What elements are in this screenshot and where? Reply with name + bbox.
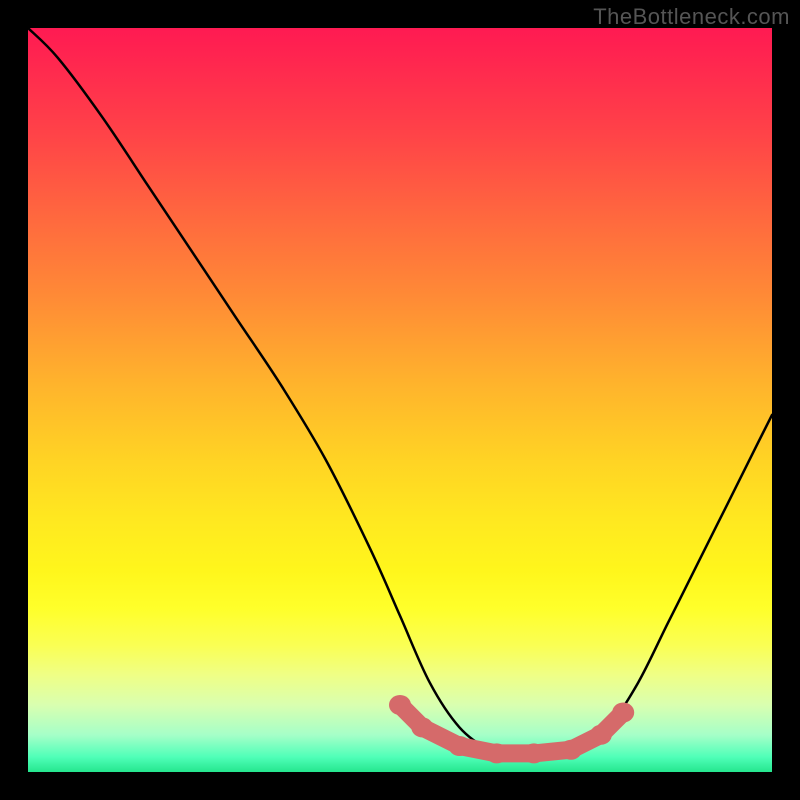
- trough-marker-dot: [560, 740, 582, 760]
- plot-area: [28, 28, 772, 772]
- trough-marker-dot: [590, 725, 612, 745]
- curve-layer: [28, 28, 772, 772]
- trough-marker-dot: [411, 717, 433, 737]
- trough-marker-dot: [523, 743, 545, 763]
- trough-markers: [389, 695, 634, 763]
- watermark-text: TheBottleneck.com: [593, 4, 790, 30]
- trough-marker-dot: [486, 743, 508, 763]
- chart-frame: TheBottleneck.com: [0, 0, 800, 800]
- trough-marker-dot: [612, 703, 634, 723]
- trough-marker-dot: [449, 736, 471, 756]
- bottleneck-curve: [28, 28, 772, 758]
- trough-marker-dot: [389, 695, 411, 715]
